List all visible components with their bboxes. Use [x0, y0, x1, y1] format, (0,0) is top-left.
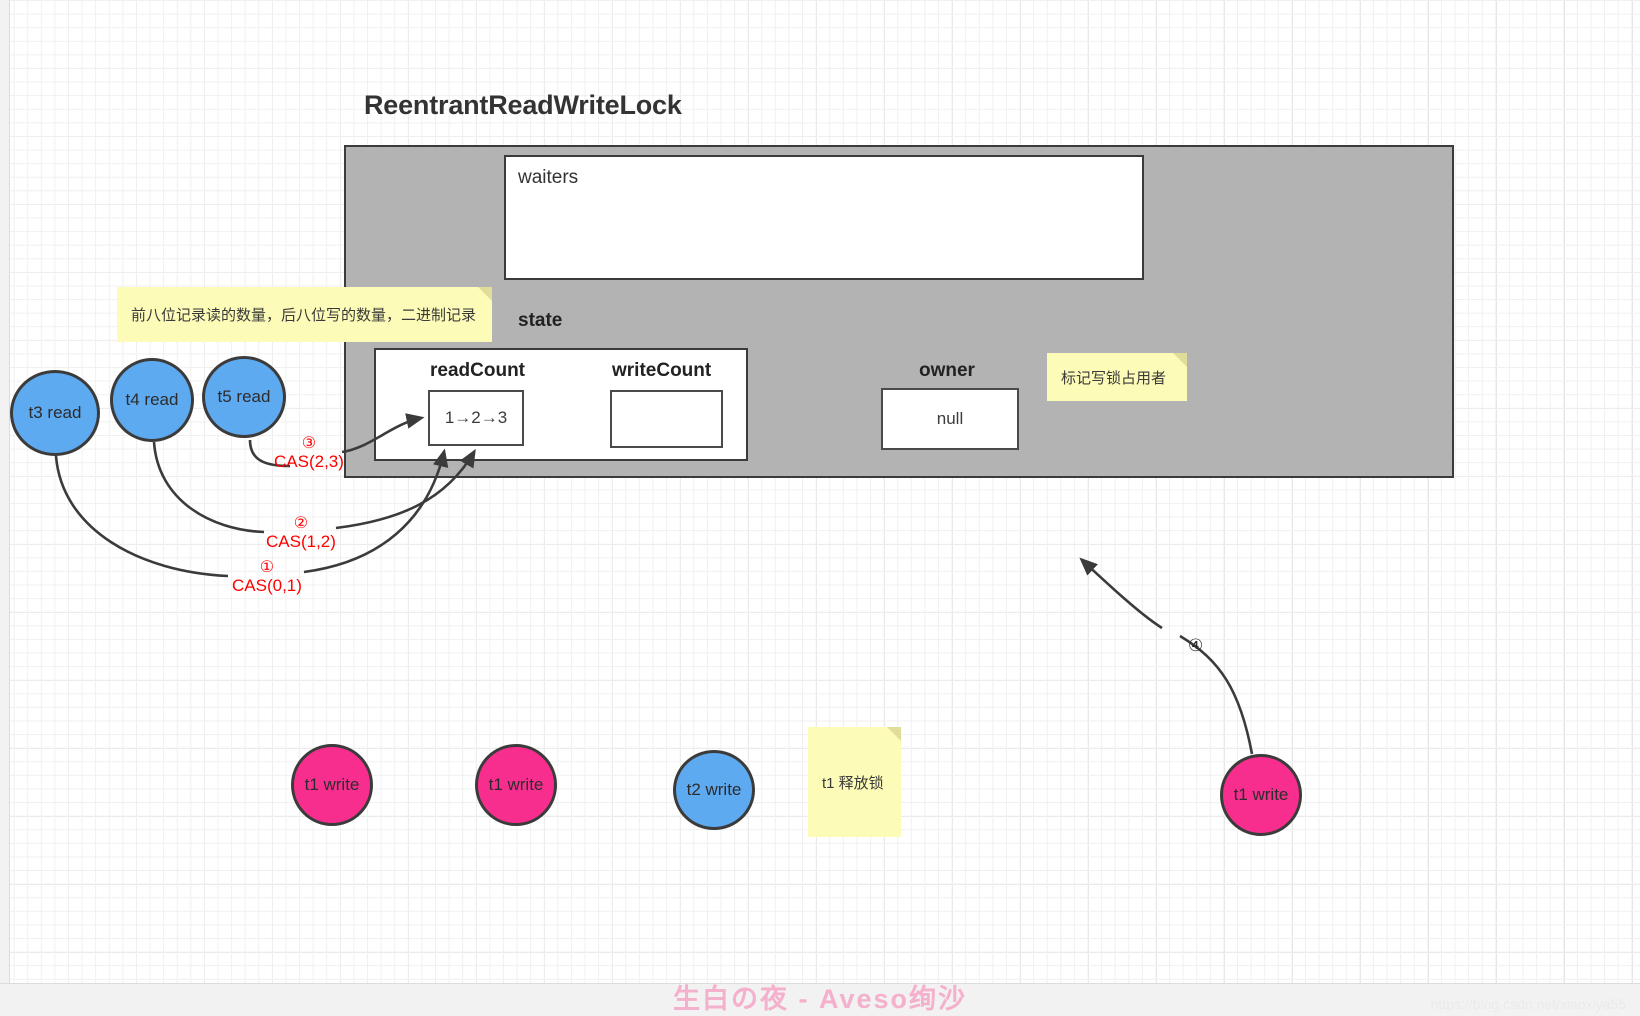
readcount-value: 1→2→3 — [428, 390, 524, 446]
cas-step-1: ① CAS(0,1) — [232, 559, 302, 595]
readcount-label: readCount — [430, 360, 525, 381]
step-marker-4: ④ — [1188, 636, 1204, 655]
thread-node-t2-write[interactable]: t2 write — [673, 750, 755, 830]
note-owner-text: 标记写锁占用者 — [1061, 369, 1167, 387]
thread-label: t5 read — [217, 387, 271, 406]
thread-node-t1-write-b[interactable]: t1 write — [475, 744, 557, 826]
note-release-text: t1 释放锁 — [822, 774, 884, 792]
step-text: CAS(0,1) — [232, 575, 302, 595]
thread-label: t1 write — [488, 775, 544, 794]
note-fold-icon — [1173, 353, 1187, 367]
state-label: state — [518, 310, 563, 331]
note-fold-icon — [478, 287, 492, 301]
note-release: t1 释放锁 — [808, 727, 901, 837]
diagram-canvas: ReentrantReadWriteLock waiters state rea… — [0, 0, 1640, 1016]
waiters-label: waiters — [518, 167, 579, 188]
thread-node-t3-read[interactable]: t3 read — [10, 370, 100, 456]
thread-node-t5-read[interactable]: t5 read — [202, 356, 286, 438]
owner-value: null — [881, 388, 1019, 450]
step-number: ② — [293, 515, 309, 532]
edge-t4-to-cas2 — [152, 441, 265, 534]
watermark-center: 生白の夜 - Aveso绚沙 — [672, 984, 968, 1014]
edge-step4-to-target — [1079, 557, 1163, 630]
cas-step-2: ② CAS(1,2) — [266, 515, 336, 551]
thread-node-t1-write-a[interactable]: t1 write — [291, 744, 373, 826]
thread-node-t1-write-c[interactable]: t1 write — [1220, 754, 1302, 836]
owner-label: owner — [919, 360, 975, 381]
note-owner: 标记写锁占用者 — [1047, 353, 1187, 401]
note-state: 前八位记录读的数量，后八位写的数量，二进制记录 — [117, 287, 492, 342]
edge-t3-to-cas1 — [54, 455, 229, 578]
thread-label: t2 write — [686, 780, 742, 799]
thread-label: t3 read — [28, 403, 82, 422]
left-ruler-rail — [0, 0, 10, 1016]
note-fold-icon — [887, 727, 901, 741]
cas-step-3: ③ CAS(2,3) — [274, 435, 344, 471]
thread-label: t4 read — [125, 390, 179, 409]
step-text: CAS(1,2) — [266, 531, 336, 551]
thread-label: t1 write — [304, 775, 360, 794]
step-number: ③ — [301, 435, 317, 452]
page-title: ReentrantReadWriteLock — [364, 90, 682, 120]
writecount-value — [610, 390, 723, 448]
thread-node-t4-read[interactable]: t4 read — [110, 358, 194, 442]
note-state-text: 前八位记录读的数量，后八位写的数量，二进制记录 — [131, 307, 477, 324]
step-number: ① — [259, 559, 275, 576]
step-text: CAS(2,3) — [274, 451, 344, 471]
waiters-box: waiters — [504, 155, 1144, 280]
watermark-url: https://blog.csdn.net/xiaoxiya55 — [1430, 996, 1626, 1012]
thread-label: t1 write — [1233, 785, 1289, 804]
writecount-label: writeCount — [612, 360, 712, 381]
